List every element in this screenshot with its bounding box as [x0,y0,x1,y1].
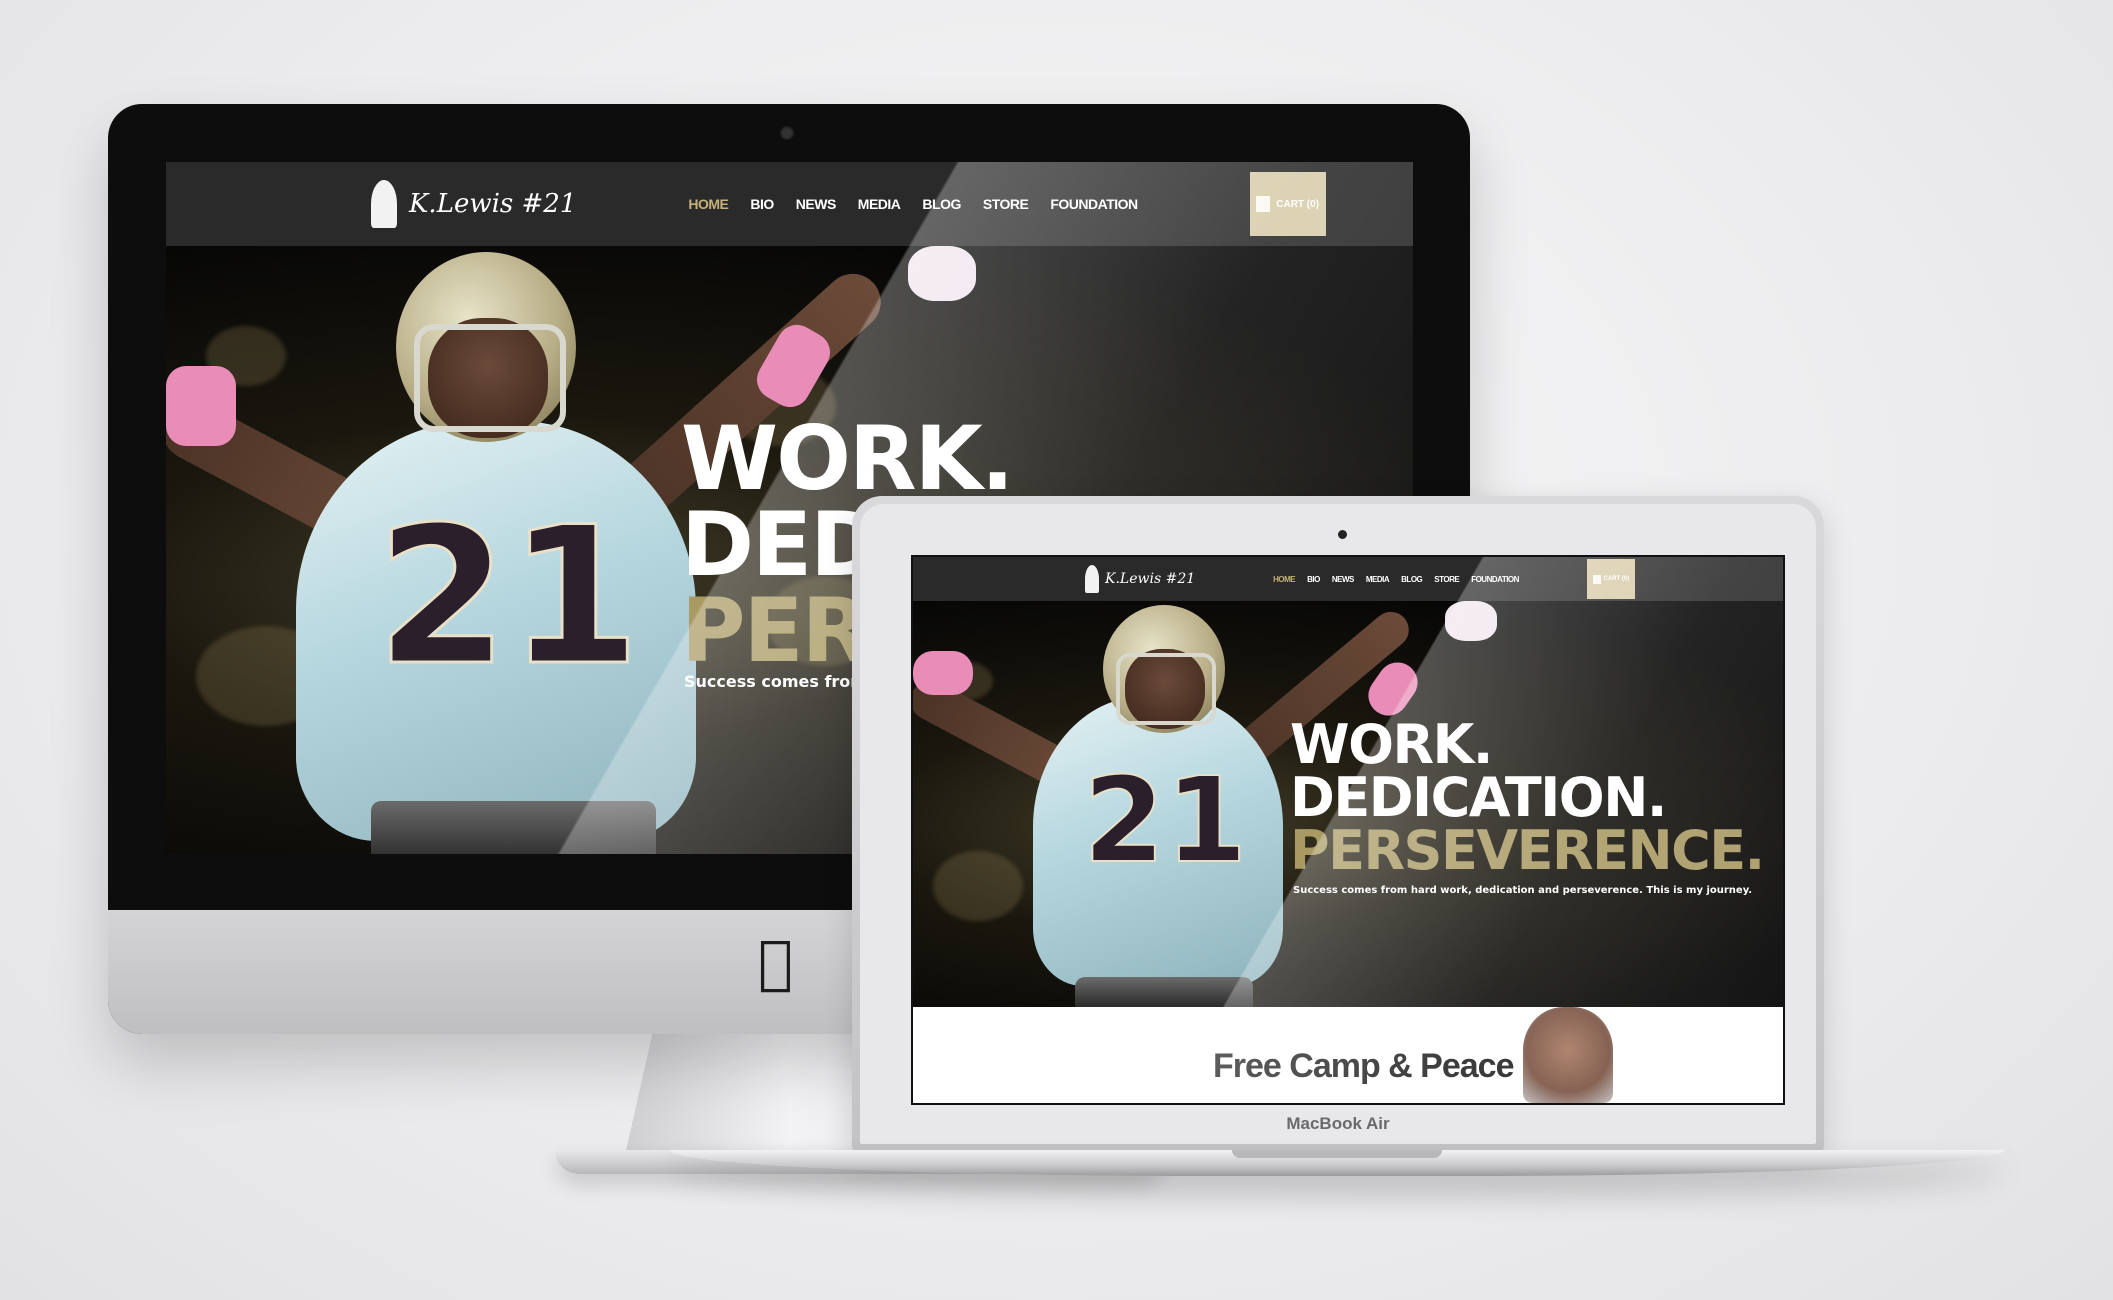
cart-label: CART (0) [1276,198,1320,210]
hero-tagline: Success comes from hard work, dedication… [1293,885,1753,896]
player-logo-icon [371,180,397,228]
menu-blog[interactable]: BLOG [922,196,961,212]
macbook-notch [1232,1150,1442,1158]
jersey-number: 21 [1082,750,1248,890]
macbook-camera [1338,530,1347,539]
menu-blog[interactable]: BLOG [1401,575,1423,584]
logo-signature: K.Lewis #21 [1105,571,1196,587]
player-facemask [414,324,566,432]
cart-button[interactable]: CART (0) [1586,559,1635,599]
player-glove [908,246,976,301]
player-logo-icon [1085,565,1099,593]
pink-sleeve [913,651,973,695]
menu-bio[interactable]: BIO [750,196,774,212]
menu-home[interactable]: HOME [1273,575,1296,584]
top-nav: K.Lewis #21 HOME BIO NEWS MEDIA BLOG STO… [166,162,1413,246]
player-pants [371,801,656,854]
player-pants [1075,977,1253,1007]
top-nav: K.Lewis #21 HOME BIO NEWS MEDIA BLOG STO… [913,557,1783,601]
logo-signature: K.Lewis #21 [409,189,577,219]
site-logo[interactable]: K.Lewis #21 [1085,565,1195,593]
hero-section: 21 WORK. DEDICATION. PERSEVERENCE. Succe… [913,601,1783,1007]
main-menu: HOME BIO NEWS MEDIA BLOG STORE FOUNDATIO… [1273,575,1519,584]
headline-line-1: WORK. [681,407,1014,510]
jersey-number: 21 [374,485,641,709]
cart-icon [1592,574,1601,584]
headline-line-3: PERSEVERENCE. [1290,818,1765,882]
macbook-screen: K.Lewis #21 HOME BIO NEWS MEDIA BLOG STO… [911,555,1785,1105]
promo-section: Free Camp & Peace Rally [913,1007,1783,1103]
macbook-device: K.Lewis #21 HOME BIO NEWS MEDIA BLOG STO… [852,496,1824,1152]
menu-news[interactable]: NEWS [796,196,837,212]
apple-logo-icon:  [758,928,793,996]
menu-store[interactable]: STORE [983,196,1029,212]
hero-headline: WORK. DEDICATION. PERSEVERENCE. [1290,713,1765,882]
menu-media[interactable]: MEDIA [1366,575,1390,584]
menu-store[interactable]: STORE [1434,575,1459,584]
cart-button[interactable]: CART (0) [1249,172,1326,236]
site-logo[interactable]: K.Lewis #21 [371,180,576,228]
website-macbook: K.Lewis #21 HOME BIO NEWS MEDIA BLOG STO… [913,557,1783,1103]
menu-bio[interactable]: BIO [1307,575,1320,584]
menu-foundation[interactable]: FOUNDATION [1471,575,1519,584]
headline-line-1: WORK. [1290,713,1493,776]
cart-icon [1256,196,1271,212]
player-glove [1445,601,1497,641]
macbook-bezel: K.Lewis #21 HOME BIO NEWS MEDIA BLOG STO… [860,504,1816,1144]
menu-media[interactable]: MEDIA [858,196,901,212]
menu-news[interactable]: NEWS [1332,575,1355,584]
headline-line-2: DEDICATION. [1290,765,1667,829]
main-menu: HOME BIO NEWS MEDIA BLOG STORE FOUNDATIO… [688,196,1138,212]
imac-camera [780,126,794,140]
menu-home[interactable]: HOME [688,196,729,212]
cart-label: CART (0) [1603,576,1630,582]
menu-foundation[interactable]: FOUNDATION [1050,196,1138,212]
promo-portrait [1523,1007,1613,1103]
player-facemask [1116,653,1216,725]
macbook-label: MacBook Air [1286,1114,1390,1133]
pink-sleeve [166,366,236,446]
